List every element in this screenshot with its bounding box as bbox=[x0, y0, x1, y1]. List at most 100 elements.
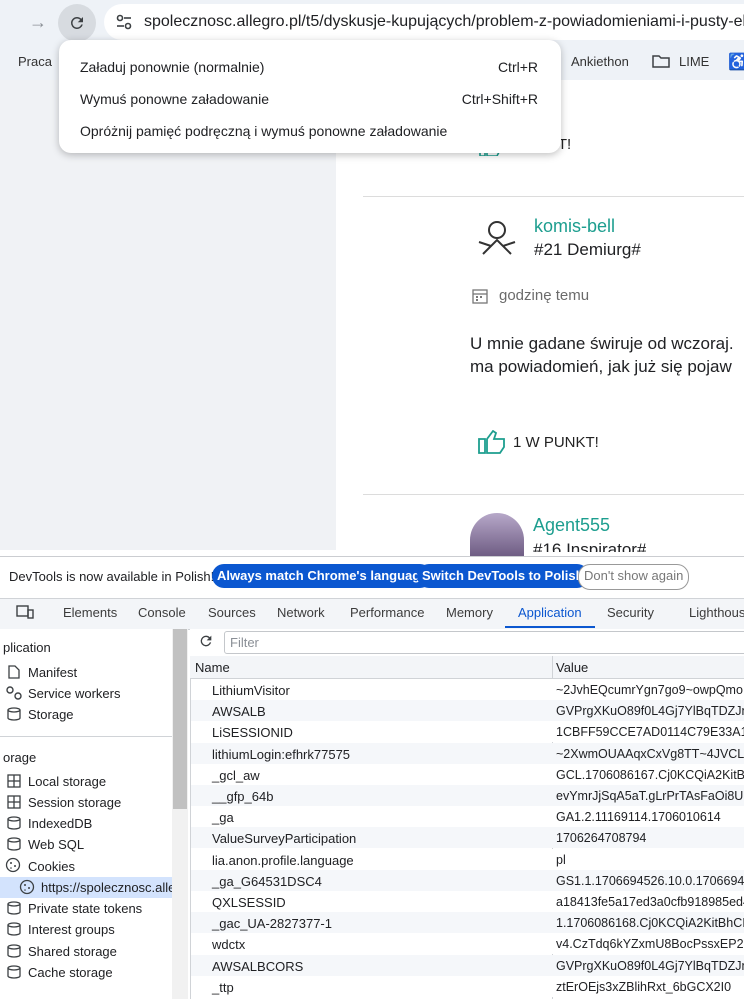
sidebar-item-cache-storage[interactable]: Cache storage bbox=[28, 965, 113, 980]
post-username[interactable]: komis-bell bbox=[534, 216, 615, 237]
forward-icon[interactable]: → bbox=[26, 10, 50, 34]
cookie-name-cell: LithiumVisitor bbox=[212, 683, 290, 698]
menu-item-reload-normal[interactable]: Załaduj ponownie (normalnie) bbox=[80, 59, 264, 75]
site-info-icon[interactable] bbox=[114, 12, 134, 32]
menu-shortcut: Ctrl+Shift+R bbox=[461, 91, 538, 107]
menu-shortcut: Ctrl+R bbox=[497, 59, 538, 75]
sidebar-item-cookie-origin[interactable]: https://spolecznosc.alle bbox=[41, 880, 175, 895]
calendar-icon bbox=[472, 288, 488, 304]
post-divider bbox=[363, 494, 744, 495]
sidebar-item-storage[interactable]: Storage bbox=[28, 707, 74, 722]
cookie-value-cell: 1CBFF59CCE7AD0114C79E33A141 bbox=[556, 725, 744, 740]
tab-sources[interactable]: Sources bbox=[208, 605, 256, 620]
post-divider bbox=[363, 196, 744, 197]
post-text-line2: ma powiadomień, jak już się pojaw bbox=[470, 357, 732, 376]
sidebar-item-manifest[interactable]: Manifest bbox=[28, 665, 77, 680]
post-username[interactable]: Agent555 bbox=[533, 515, 610, 536]
table-header bbox=[190, 656, 744, 679]
sidebar-item-indexeddb[interactable]: IndexedDB bbox=[28, 816, 92, 831]
database-icon bbox=[7, 965, 21, 984]
sidebar-item-session-storage[interactable]: Session storage bbox=[28, 795, 121, 810]
filter-placeholder: Filter bbox=[230, 635, 259, 650]
tab-performance[interactable]: Performance bbox=[350, 605, 424, 620]
tab-memory[interactable]: Memory bbox=[446, 605, 493, 620]
database-icon bbox=[7, 901, 21, 920]
cookie-name-cell: AWSALBCORS bbox=[212, 958, 304, 974]
cookie-value-cell: v4.CzTdq6kYZxmU8BocPssxEP2Pn bbox=[556, 937, 744, 952]
cookie-name-cell: __gfp_64b bbox=[212, 789, 274, 804]
cookie-name-cell: _ttp bbox=[212, 979, 234, 995]
sidebar-scrollbar-thumb[interactable] bbox=[173, 629, 187, 809]
filter-input[interactable] bbox=[224, 631, 744, 654]
cookie-name-cell: QXLSESSID bbox=[212, 895, 286, 910]
cookie-value-cell: GS1.1.1706694526.10.0.17066945 bbox=[556, 873, 744, 888]
cookie-value-cell: ~2XwmOUAAqxCxVg8TT~4JVCLB bbox=[556, 746, 744, 761]
tab-console[interactable]: Console bbox=[138, 605, 186, 620]
banner-message: DevTools is now available in Polish! bbox=[9, 569, 215, 584]
sidebar-section-storage: orage bbox=[3, 750, 37, 765]
switch-to-polish-button[interactable]: Switch DevTools to Polish bbox=[417, 564, 589, 588]
database-icon bbox=[7, 837, 21, 856]
refresh-icon[interactable] bbox=[198, 633, 214, 654]
sidebar-item-cookies[interactable]: Cookies bbox=[28, 859, 75, 874]
sidebar-item-interest-groups[interactable]: Interest groups bbox=[28, 922, 115, 937]
tab-security[interactable]: Security bbox=[607, 605, 654, 620]
cookie-name-cell: lithiumLogin:efhrk77575 bbox=[212, 746, 351, 762]
tab-network[interactable]: Network bbox=[277, 605, 325, 620]
sidebar-divider bbox=[0, 736, 172, 737]
bookmark-lime[interactable]: LIME bbox=[679, 54, 709, 69]
reload-icon bbox=[70, 16, 83, 29]
column-header-name[interactable]: Name bbox=[195, 660, 230, 675]
folder-icon bbox=[652, 53, 670, 74]
post-time: godzinę temu bbox=[499, 287, 590, 304]
table-icon bbox=[7, 795, 21, 814]
bookmark-ankiethon[interactable]: Ankiethon bbox=[571, 54, 629, 69]
database-icon bbox=[7, 922, 21, 941]
cookie-name-cell: _ga_G64531DSC4 bbox=[212, 873, 322, 889]
cookie-value-cell: evYmrJjSqA5aT.gLrPrTAsFaOi8Ub9 bbox=[556, 789, 744, 803]
cookie-value-cell: GA1.2.11169114.1706010614 bbox=[556, 810, 721, 825]
cookie-value-cell: 1706264708794 bbox=[556, 831, 647, 846]
tab-elements[interactable]: Elements bbox=[63, 605, 117, 620]
menu-item-empty-cache-reload[interactable]: Opróżnij pamięć podręczną i wymuś ponown… bbox=[80, 123, 447, 139]
like-icon[interactable] bbox=[477, 429, 507, 454]
always-match-language-button[interactable]: Always match Chrome's language bbox=[212, 564, 433, 588]
reload-button[interactable] bbox=[58, 4, 96, 42]
tab-lighthouse[interactable]: Lighthous bbox=[689, 605, 744, 620]
sidebar-item-shared-storage[interactable]: Shared storage bbox=[28, 944, 117, 959]
post-text-line1: U mnie gadane świruje od wczoraj. bbox=[470, 334, 734, 353]
avatar[interactable] bbox=[473, 214, 521, 262]
cookie-icon bbox=[19, 879, 35, 900]
cookie-name-cell: ValueSurveyParticipation bbox=[212, 831, 357, 847]
cookie-name-cell: _gcl_aw bbox=[212, 767, 260, 783]
sidebar-item-private-state-tokens[interactable]: Private state tokens bbox=[28, 901, 142, 916]
post-rank: #16 Inspirator# bbox=[533, 540, 647, 552]
bookmark-praca[interactable]: Praca bbox=[18, 54, 52, 69]
accessibility-icon: ♿ bbox=[728, 54, 744, 71]
sidebar-item-web-sql[interactable]: Web SQL bbox=[28, 837, 84, 852]
tab-application[interactable]: Application bbox=[518, 605, 582, 620]
sidebar-item-local-storage[interactable]: Local storage bbox=[28, 774, 106, 789]
cookie-name-cell: _ga bbox=[212, 810, 234, 826]
database-icon bbox=[7, 816, 21, 835]
cookie-value-cell: ztErOEjs3xZBlihRxt_6bGCX2I0 bbox=[556, 979, 732, 994]
dont-show-again-button[interactable]: Don't show again bbox=[578, 564, 690, 590]
cookie-value-cell: pl bbox=[556, 852, 566, 867]
database-icon bbox=[7, 944, 21, 963]
cookie-value-cell: GVPrgXKuO89f0L4Gj7YlBqTDZJmT bbox=[556, 704, 744, 719]
device-toolbar-icon[interactable] bbox=[16, 604, 34, 620]
column-header-value[interactable]: Value bbox=[556, 660, 588, 675]
cookie-value-cell: a18413fe5a17ed3a0cfb918985ed4 bbox=[556, 895, 744, 909]
cookie-icon bbox=[5, 857, 21, 878]
cookie-name-cell: lia.anon.profile.language bbox=[212, 852, 354, 868]
post-rank: #21 Demiurg# bbox=[534, 240, 641, 259]
database-icon bbox=[7, 707, 21, 726]
cookie-name-cell: AWSALB bbox=[212, 704, 266, 720]
cookie-name-cell: _gac_UA-2827377-1 bbox=[212, 916, 332, 932]
active-tab-indicator bbox=[505, 626, 595, 628]
post-likes[interactable]: 1 W PUNKT! bbox=[513, 434, 599, 451]
sidebar-item-service-workers[interactable]: Service workers bbox=[28, 686, 120, 701]
file-icon bbox=[8, 665, 20, 684]
menu-item-hard-reload[interactable]: Wymuś ponowne załadowanie bbox=[80, 91, 269, 107]
sidebar-section-application: plication bbox=[3, 640, 51, 655]
